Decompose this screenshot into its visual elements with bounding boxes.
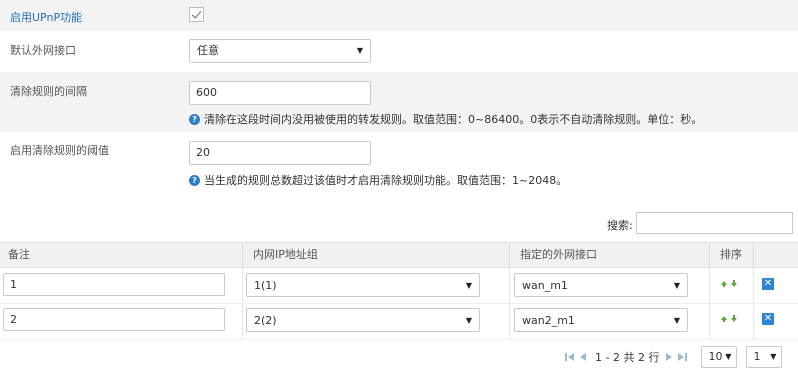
remark-input[interactable]: 1 [3,273,225,296]
chevron-down-icon: ▼ [673,281,680,290]
column-divider [509,268,510,304]
first-page-icon[interactable] [565,352,575,362]
chevron-down-icon: ▼ [673,316,680,325]
search-input[interactable] [636,212,793,234]
ip-group-value: 2(2) [254,314,277,327]
chevron-down-icon: ▼ [725,352,732,361]
table-header: 备注 内网IP地址组 指定的外网接口 排序 [0,242,798,268]
wan-value: wan_m1 [522,279,568,292]
search-label: 搜索: [607,219,633,232]
ip-group-select[interactable]: 2(2) ▼ [246,308,480,332]
enable-upnp-checkbox[interactable] [189,7,204,22]
table-row: 1 1(1) ▼ wan_m1 ▼ ✕ [0,268,798,304]
pager-info: 1 - 2 共 2 行 [595,351,660,364]
column-divider [242,304,243,340]
clear-interval-row: 清除规则的间隔 600 ? 清除在这段时间内没用被使用的转发规则。取值范围：0~… [0,72,798,132]
clear-threshold-row: 启用清除规则的阈值 20 ? 当生成的规则总数超过该值时才启用清除规则功能。取值… [0,132,798,192]
sort-controls [721,280,737,287]
clear-threshold-label: 启用清除规则的阈值 [10,144,109,157]
page-value: 1 [753,350,761,363]
ip-group-select[interactable]: 1(1) ▼ [246,273,480,297]
page-size-value: 10 [708,350,723,363]
column-divider [709,268,710,304]
clear-threshold-input[interactable]: 20 [189,141,371,165]
arrow-down-icon[interactable] [731,315,737,322]
clear-threshold-hint: ? 当生成的规则总数超过该值时才启用清除规则功能。取值范围：1~2048。 [189,172,567,188]
column-divider [753,304,754,340]
column-header-ip-group: 内网IP地址组 [253,248,318,261]
column-header-sort: 排序 [720,248,742,261]
column-divider [753,243,754,267]
default-wan-label: 默认外网接口 [10,44,76,57]
close-icon[interactable]: ✕ [762,278,774,290]
chevron-down-icon: ▼ [465,316,472,325]
chevron-down-icon: ▼ [356,46,363,55]
page-select[interactable]: 1 ▼ [746,346,783,368]
prev-page-icon[interactable] [579,352,587,362]
column-divider [242,243,243,267]
wan-select[interactable]: wan2_m1 ▼ [514,308,688,332]
clear-interval-hint-text: 清除在这段时间内没用被使用的转发规则。取值范围：0~86400。0表示不自动清除… [204,113,703,126]
column-divider [242,268,243,304]
last-page-icon[interactable] [677,352,688,362]
remark-input[interactable]: 2 [3,308,225,331]
clear-interval-label: 清除规则的间隔 [10,85,87,98]
chevron-down-icon: ▼ [465,281,472,290]
column-divider [709,243,710,267]
question-circle-icon: ? [189,113,200,125]
default-wan-row: 默认外网接口 任意 ▼ [0,31,798,72]
remark-value: 2 [10,313,17,326]
default-wan-value: 任意 [197,44,219,57]
enable-upnp-row: 启用UPnP功能 [0,0,798,31]
clear-interval-input[interactable]: 600 [189,81,371,105]
remark-value: 1 [10,278,17,291]
wan-select[interactable]: wan_m1 ▼ [514,273,688,297]
clear-threshold-hint-text: 当生成的规则总数超过该值时才启用清除规则功能。取值范围：1~2048。 [204,174,568,187]
next-page-icon[interactable] [665,352,673,362]
clear-threshold-value: 20 [196,146,210,159]
ip-group-value: 1(1) [254,279,277,292]
arrow-up-icon[interactable] [721,315,727,322]
column-divider [509,243,510,267]
wan-value: wan2_m1 [522,314,575,327]
question-circle-icon: ? [189,174,200,186]
clear-interval-value: 600 [196,86,217,99]
column-divider [709,304,710,340]
sort-controls [721,315,737,322]
close-icon[interactable]: ✕ [762,313,774,325]
column-header-remark: 备注 [8,248,30,261]
default-wan-select[interactable]: 任意 ▼ [189,39,371,63]
column-divider [753,268,754,304]
arrow-down-icon[interactable] [731,280,737,287]
column-header-wan: 指定的外网接口 [520,248,597,261]
pagination: 1 - 2 共 2 行 10 ▼ 1 ▼ [565,345,783,369]
table-row: 2 2(2) ▼ wan2_m1 ▼ ✕ [0,304,798,340]
clear-interval-hint: ? 清除在这段时间内没用被使用的转发规则。取值范围：0~86400。0表示不自动… [189,111,702,127]
column-divider [509,304,510,340]
enable-upnp-label: 启用UPnP功能 [10,11,83,24]
arrow-up-icon[interactable] [721,280,727,287]
chevron-down-icon: ▼ [770,352,777,361]
page-size-select[interactable]: 10 ▼ [701,346,738,368]
